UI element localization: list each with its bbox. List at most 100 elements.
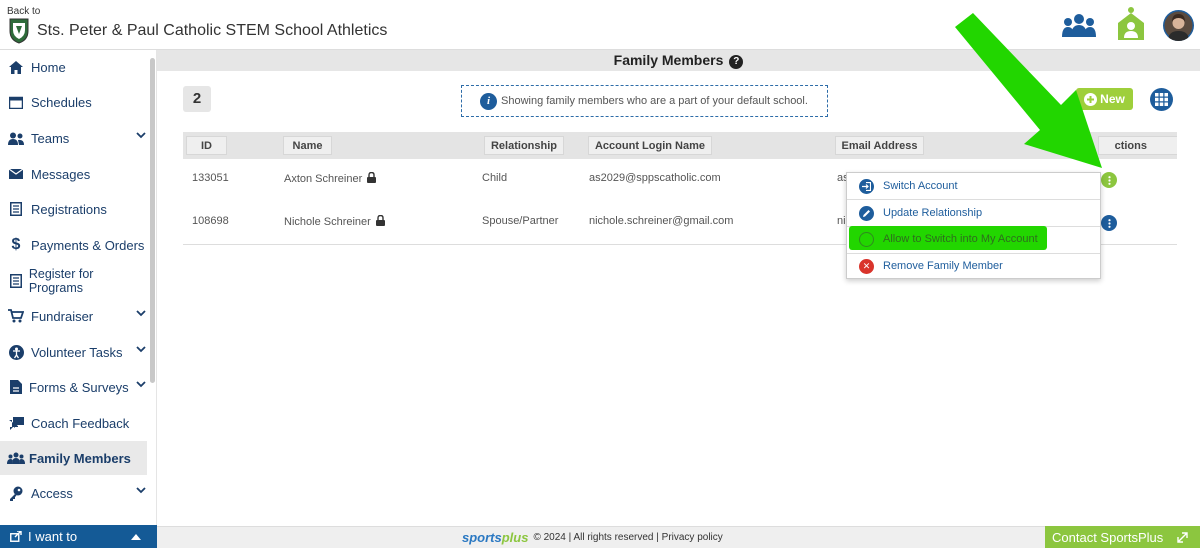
dollar-icon: $ xyxy=(11,236,21,253)
chevron-down-icon[interactable] xyxy=(136,381,146,388)
chevron-down-icon[interactable] xyxy=(136,487,146,494)
help-icon[interactable]: ? xyxy=(729,55,744,69)
caret-up-icon xyxy=(131,533,142,540)
comment-icon xyxy=(7,416,25,430)
sidebar-item-label: Register for Programs xyxy=(28,267,94,295)
sidebar-item-family-members[interactable]: Family Members xyxy=(0,441,147,475)
cell-name[interactable]: Nichole Schreiner xyxy=(284,215,385,228)
key-icon xyxy=(7,486,25,501)
envelope-icon xyxy=(7,169,25,179)
form-icon xyxy=(7,202,25,216)
menu-item-label: Remove Family Member xyxy=(883,260,1003,272)
column-header-actions[interactable]: ctions xyxy=(1098,136,1177,155)
new-button[interactable]: New xyxy=(1076,88,1133,110)
brand-part-a: sports xyxy=(462,530,502,545)
sidebar-item-label: Home xyxy=(31,59,66,75)
grid-icon xyxy=(1155,93,1168,106)
grid-view-button[interactable] xyxy=(1150,88,1173,111)
new-button-label: New xyxy=(1100,92,1125,106)
cell-name-text: Nichole Schreiner xyxy=(284,216,371,228)
i-want-to-label: I want to xyxy=(28,529,78,544)
sidebar-item-register-programs[interactable]: Register for Programs xyxy=(0,264,150,298)
copyright-text[interactable]: © 2024 | All rights reserved | Privacy p… xyxy=(533,532,722,543)
chevron-down-icon[interactable] xyxy=(136,310,146,317)
footer: sportsplus © 2024 | All rights reserved … xyxy=(157,526,1200,548)
menu-item-label: Switch Account xyxy=(883,180,958,192)
sidebar-item-label: Payments & Orders xyxy=(31,237,145,253)
sidebar-item-home[interactable]: Home xyxy=(0,50,150,84)
menu-item-label: Update Relationship xyxy=(883,207,983,219)
expand-icon xyxy=(1177,531,1188,543)
sidebar-item-label: Teams xyxy=(31,130,70,146)
brand-part-b: plus xyxy=(501,530,529,545)
volunteer-icon xyxy=(7,344,25,360)
school-name[interactable]: Sts. Peter & Paul Catholic STEM School A… xyxy=(37,22,387,40)
sidebar-item-label: Forms & Surveys xyxy=(29,379,129,395)
sidebar-item-teams[interactable]: Teams xyxy=(0,121,150,155)
family-icon xyxy=(7,452,25,464)
plus-circle-icon xyxy=(1084,92,1098,106)
cell-login: nichole.schreiner@gmail.com xyxy=(589,215,734,227)
sportsplus-logo[interactable]: sportsplus xyxy=(462,530,528,545)
info-icon: i xyxy=(480,92,497,110)
remove-icon: ✕ xyxy=(859,258,874,274)
power-icon xyxy=(859,231,874,247)
switch-account-icon xyxy=(859,178,874,194)
menu-item-label: Allow to Switch into My Account xyxy=(883,233,1038,245)
clipboard-icon xyxy=(7,274,25,288)
avatar-photo-icon xyxy=(1164,11,1193,41)
row-actions-button[interactable] xyxy=(1101,215,1117,231)
sidebar-item-fundraiser[interactable]: Fundraiser xyxy=(0,299,150,333)
family-group-icon[interactable] xyxy=(1062,13,1096,39)
page-title: Family Members xyxy=(613,52,724,68)
column-header-relationship[interactable]: Relationship xyxy=(484,136,564,155)
column-header-name[interactable]: Name xyxy=(283,136,332,155)
sidebar-item-label: Family Members xyxy=(29,450,131,466)
cell-relationship: Spouse/Partner xyxy=(482,215,559,227)
sidebar-item-label: Registrations xyxy=(31,201,107,217)
sidebar-item-schedules[interactable]: Schedules xyxy=(0,85,150,119)
lock-icon xyxy=(375,215,385,226)
cell-email: ni xyxy=(837,215,846,227)
cell-login: as2029@sppscatholic.com xyxy=(589,172,721,184)
page-title-bar: Family Members? xyxy=(157,50,1200,71)
contact-label: Contact SportsPlus xyxy=(1052,529,1164,545)
sidebar-scrollbar[interactable] xyxy=(150,58,155,383)
sidebar-item-registrations[interactable]: Registrations xyxy=(0,192,150,226)
row-actions-button[interactable] xyxy=(1101,172,1117,188)
menu-item-remove-member[interactable]: ✕ Remove Family Member xyxy=(847,253,1100,279)
pencil-icon xyxy=(859,205,874,221)
column-header-email[interactable]: Email Address xyxy=(835,136,924,155)
menu-item-allow-switch[interactable]: Allow to Switch into My Account xyxy=(847,226,1100,252)
home-school-icon[interactable] xyxy=(1116,6,1146,42)
menu-item-update-relationship[interactable]: Update Relationship xyxy=(847,200,1100,226)
users-icon xyxy=(7,132,25,145)
info-banner: i Showing family members who are a part … xyxy=(461,85,828,117)
contact-sportsplus-button[interactable]: Contact SportsPlus xyxy=(1045,526,1200,548)
sidebar-item-access[interactable]: Access xyxy=(0,476,150,510)
sidebar-item-forms[interactable]: Forms & Surveys xyxy=(0,370,150,404)
sidebar-item-messages[interactable]: Messages xyxy=(0,157,150,191)
more-vertical-icon xyxy=(1107,218,1111,228)
sidebar-item-label: Messages xyxy=(31,166,91,182)
menu-item-switch-account[interactable]: Switch Account xyxy=(847,173,1100,199)
column-header-login[interactable]: Account Login Name xyxy=(588,136,712,155)
document-icon xyxy=(7,380,25,394)
cell-name-text: Axton Schreiner xyxy=(284,173,363,185)
i-want-to-button[interactable]: I want to xyxy=(0,525,157,548)
info-text: Showing family members who are a part of… xyxy=(501,95,808,107)
chevron-down-icon[interactable] xyxy=(136,132,146,139)
sidebar-item-payments[interactable]: $ Payments & Orders xyxy=(0,228,150,262)
sidebar-item-label: Schedules xyxy=(31,94,92,110)
cart-icon xyxy=(7,309,25,323)
user-avatar[interactable] xyxy=(1163,10,1194,41)
cell-name[interactable]: Axton Schreiner xyxy=(284,172,377,185)
chevron-down-icon[interactable] xyxy=(136,346,146,353)
cell-id: 133051 xyxy=(192,172,229,184)
more-vertical-icon xyxy=(1107,175,1111,185)
sidebar-item-volunteer[interactable]: Volunteer Tasks xyxy=(0,335,150,369)
member-count-badge: 2 xyxy=(183,86,211,112)
school-logo-icon[interactable] xyxy=(8,16,30,44)
column-header-id[interactable]: ID xyxy=(186,136,227,155)
sidebar-item-coach-feedback[interactable]: Coach Feedback xyxy=(0,406,150,440)
